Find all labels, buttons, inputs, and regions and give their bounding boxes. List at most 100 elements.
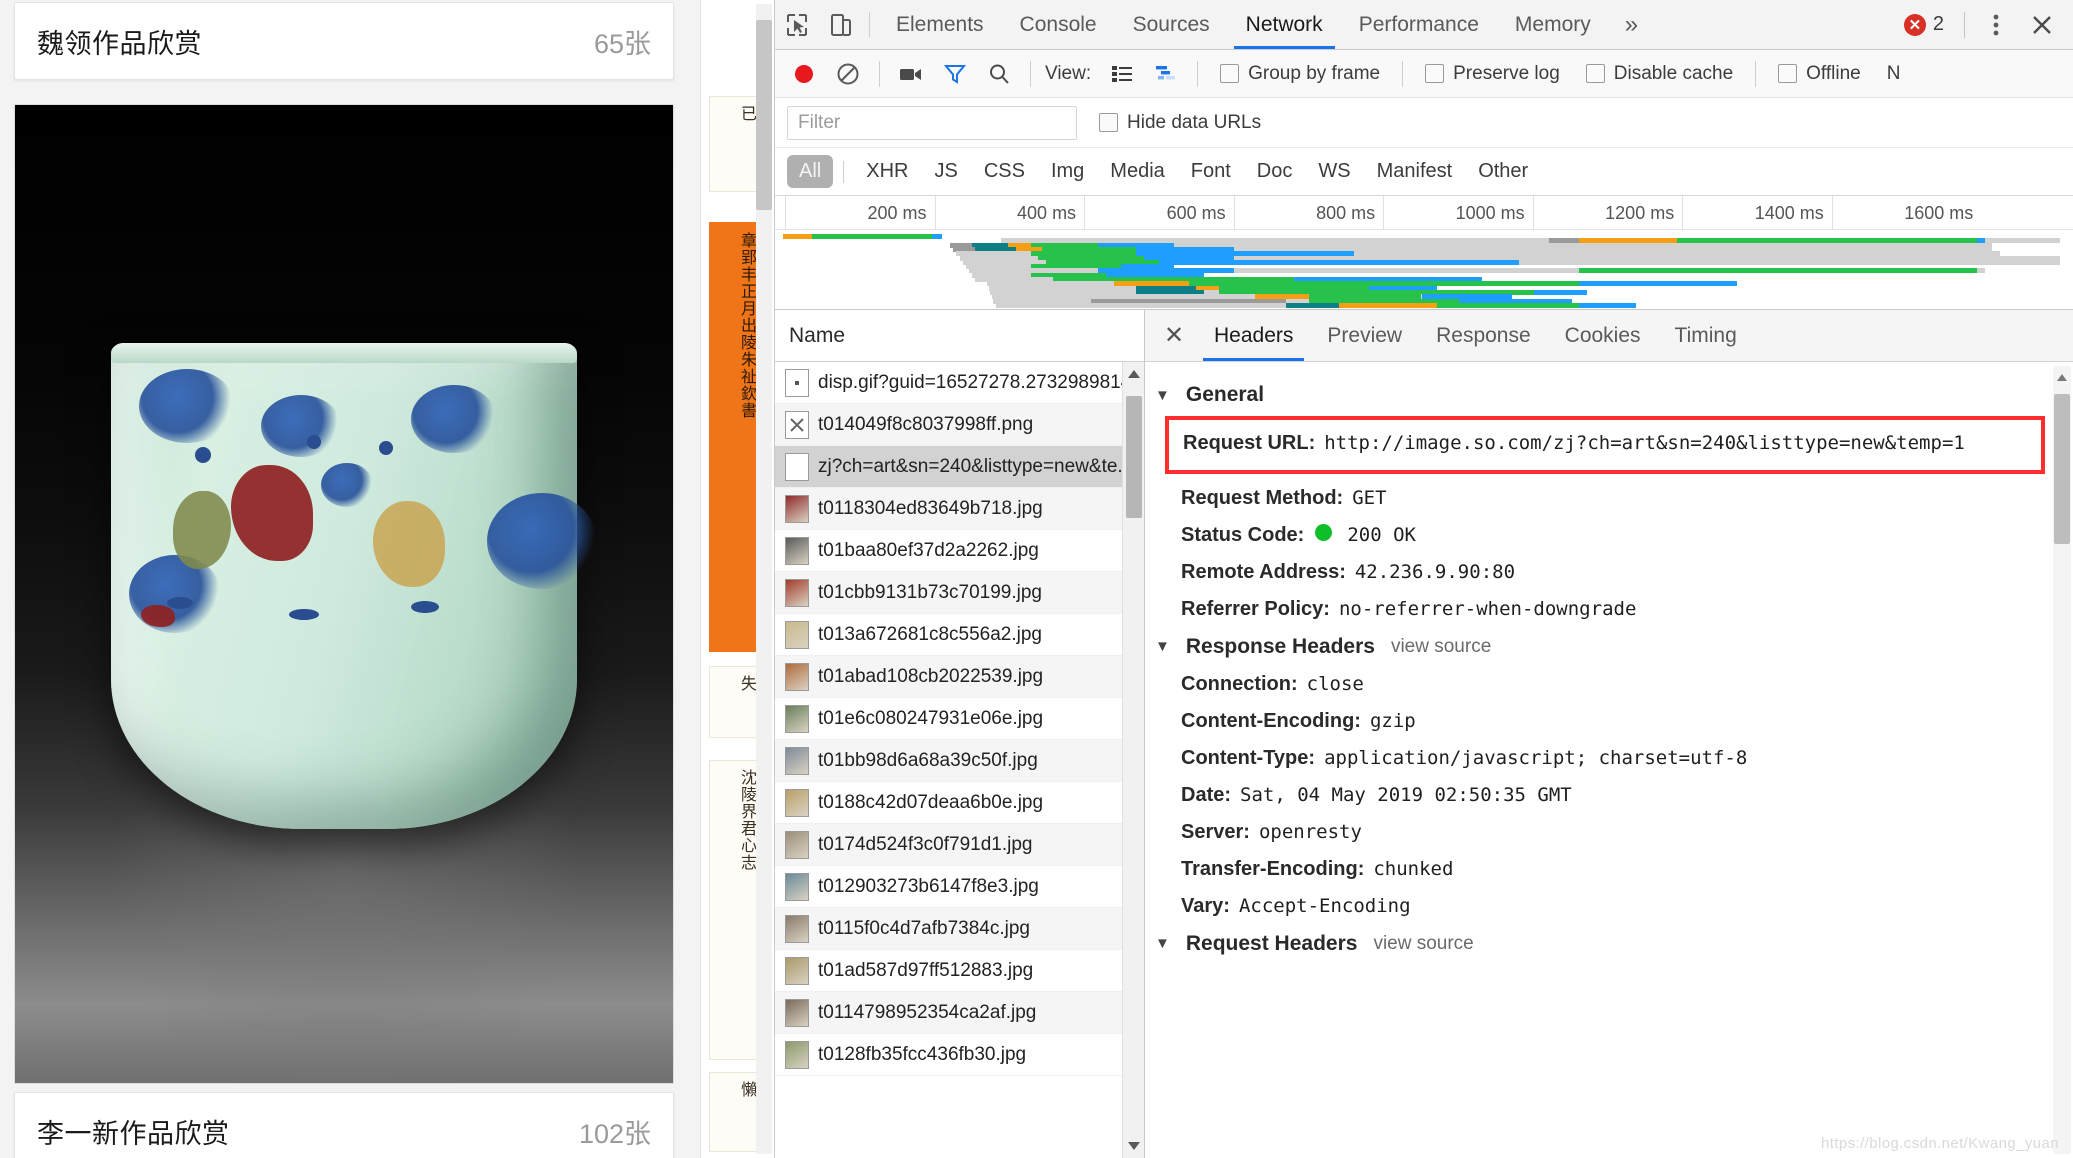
tab-console[interactable]: Console [1002, 0, 1115, 49]
gallery-card-bottom[interactable]: 李一新作品欣赏 102张 [14, 1092, 674, 1158]
record-button-icon[interactable] [783, 54, 825, 94]
offline-checkbox[interactable]: Offline [1766, 63, 1873, 85]
detail-tab-headers[interactable]: Headers [1197, 310, 1310, 361]
detail-tab-preview[interactable]: Preview [1310, 310, 1419, 361]
request-row[interactable]: t01baa80ef37d2a2262.jpg [775, 530, 1144, 572]
request-url-value[interactable]: http://image.so.com/zj?ch=art&sn=240&lis… [1324, 430, 1965, 458]
request-list-header[interactable]: Name [775, 310, 1144, 362]
tab-elements[interactable]: Elements [878, 0, 1002, 49]
preserve-log-checkbox[interactable]: Preserve log [1413, 63, 1572, 85]
filter-icon[interactable] [934, 54, 976, 94]
more-options-icon[interactable] [1975, 4, 2017, 46]
request-headers-expand-triangle[interactable]: ▼ [1155, 935, 1170, 952]
request-row[interactable]: zj?ch=art&sn=240&listtype=new&te. [775, 446, 1144, 488]
offline-label: Offline [1806, 62, 1861, 84]
request-rows-container[interactable]: disp.gif?guid=16527278.27329898149 t01404… [775, 362, 1144, 1158]
chip-media[interactable]: Media [1098, 155, 1176, 188]
chip-ws[interactable]: WS [1306, 155, 1362, 188]
close-devtools-icon[interactable] [2021, 4, 2063, 46]
tab-performance[interactable]: Performance [1341, 0, 1497, 49]
capture-screenshots-icon[interactable] [890, 54, 932, 94]
details-body[interactable]: ▼ General Request URL: http://image.so.c… [1145, 362, 2073, 1158]
waterfall-view-icon[interactable] [1145, 54, 1187, 94]
request-row[interactable]: disp.gif?guid=16527278.27329898149 [775, 362, 1144, 404]
request-row[interactable]: t01cbb9131b73c70199.jpg [775, 572, 1144, 614]
request-row[interactable]: t0128fb35fcc436fb30.jpg [775, 1034, 1144, 1076]
request-headers-section-header[interactable]: ▼ Request Headers view source [1145, 925, 2073, 963]
inspect-element-icon[interactable] [775, 0, 819, 49]
details-scroll-thumb[interactable] [2054, 394, 2070, 544]
device-toolbar-icon[interactable] [819, 0, 863, 49]
disable-cache-box[interactable] [1585, 64, 1605, 83]
request-method-row: Request Method: GET [1145, 480, 2073, 517]
response-headers-section-header[interactable]: ▼ Response Headers view source [1145, 628, 2073, 666]
request-row[interactable]: t014049f8c8037998ff.png [775, 404, 1144, 446]
gallery-card-top[interactable]: 魏领作品欣赏 65张 [14, 2, 674, 80]
request-row[interactable]: t0174d524f3c0f791d1.jpg [775, 824, 1144, 866]
list-view-icon[interactable] [1101, 54, 1143, 94]
request-row-name: t0114798952354ca2af.jpg [818, 1001, 1037, 1023]
chip-all[interactable]: All [787, 155, 834, 188]
response-view-source-link[interactable]: view source [1391, 636, 1491, 658]
hide-data-urls-checkbox[interactable]: Hide data URLs [1087, 112, 1273, 134]
detail-tab-cookies[interactable]: Cookies [1548, 310, 1658, 361]
chip-other[interactable]: Other [1466, 155, 1540, 188]
network-overview-waterfall[interactable]: 200 ms 400 ms 600 ms 800 ms 1000 ms 1200 ms 14… [775, 196, 2073, 310]
request-row[interactable]: t0114798952354ca2af.jpg [775, 992, 1144, 1034]
response-header-key: Transfer-Encoding: [1181, 857, 1365, 880]
throttling-select[interactable]: N [1875, 63, 1913, 85]
chip-doc[interactable]: Doc [1245, 155, 1305, 188]
scroll-down-icon[interactable] [1123, 1134, 1144, 1158]
request-row[interactable]: t01e6c080247931e06e.jpg [775, 698, 1144, 740]
search-icon[interactable] [978, 54, 1020, 94]
general-section-header[interactable]: ▼ General [1145, 376, 2073, 414]
tab-sources[interactable]: Sources [1115, 0, 1228, 49]
disable-cache-checkbox[interactable]: Disable cache [1574, 63, 1745, 85]
request-list-scrollbar[interactable] [1122, 362, 1144, 1158]
chip-manifest[interactable]: Manifest [1365, 155, 1465, 188]
scroll-up-icon[interactable] [1123, 362, 1144, 386]
request-row[interactable]: t013a672681c8c556a2.jpg [775, 614, 1144, 656]
close-details-icon[interactable]: ✕ [1151, 310, 1197, 361]
tab-memory[interactable]: Memory [1497, 0, 1609, 49]
image-thumb-icon [785, 788, 809, 817]
chip-xhr[interactable]: XHR [854, 155, 920, 188]
tab-network[interactable]: Network [1228, 0, 1341, 49]
error-count-badge[interactable]: ✕ 2 [1894, 13, 1954, 36]
request-row[interactable]: t0115f0c4d7afb7384c.jpg [775, 908, 1144, 950]
request-row[interactable]: t012903273b6147f8e3.jpg [775, 866, 1144, 908]
chip-js[interactable]: JS [922, 155, 969, 188]
chip-img[interactable]: Img [1039, 155, 1096, 188]
request-row[interactable]: t0188c42d07deaa6b0e.jpg [775, 782, 1144, 824]
page-scrollbar[interactable] [756, 4, 772, 1154]
details-scrollbar[interactable] [2053, 366, 2071, 1154]
request-row[interactable]: t0118304ed83649b718.jpg [775, 488, 1144, 530]
page-scrollbar-thumb[interactable] [756, 20, 772, 210]
details-scroll-up-icon[interactable] [2053, 366, 2071, 388]
hide-data-urls-box[interactable] [1099, 113, 1118, 132]
gallery-photo[interactable] [14, 104, 674, 1084]
request-row-name: t0128fb35fcc436fb30.jpg [818, 1043, 1027, 1065]
group-by-frame-box[interactable] [1220, 64, 1240, 83]
request-view-source-link[interactable]: view source [1373, 933, 1473, 955]
response-headers-expand-triangle[interactable]: ▼ [1155, 638, 1170, 655]
request-list-scroll-thumb[interactable] [1126, 396, 1142, 518]
more-tabs-icon[interactable]: » [1609, 0, 1654, 49]
error-icon: ✕ [1903, 13, 1926, 36]
chip-css[interactable]: CSS [972, 155, 1037, 188]
tab-network-label: Network [1245, 12, 1323, 36]
clear-network-log-icon[interactable] [827, 54, 869, 94]
preserve-log-box[interactable] [1425, 64, 1445, 83]
filter-input[interactable] [787, 105, 1077, 140]
offline-box[interactable] [1778, 64, 1798, 83]
request-row[interactable]: t01abad108cb2022539.jpg [775, 656, 1144, 698]
detail-tab-response[interactable]: Response [1419, 310, 1548, 361]
group-by-frame-checkbox[interactable]: Group by frame [1208, 63, 1392, 85]
general-expand-triangle[interactable]: ▼ [1155, 387, 1170, 404]
chip-font[interactable]: Font [1179, 155, 1243, 188]
image-thumb-icon [785, 494, 809, 523]
request-row[interactable]: t01bb98d6a68a39c50f.jpg [775, 740, 1144, 782]
request-row-name: t012903273b6147f8e3.jpg [818, 875, 1039, 897]
request-row[interactable]: t01ad587d97ff512883.jpg [775, 950, 1144, 992]
detail-tab-timing[interactable]: Timing [1658, 310, 1754, 361]
